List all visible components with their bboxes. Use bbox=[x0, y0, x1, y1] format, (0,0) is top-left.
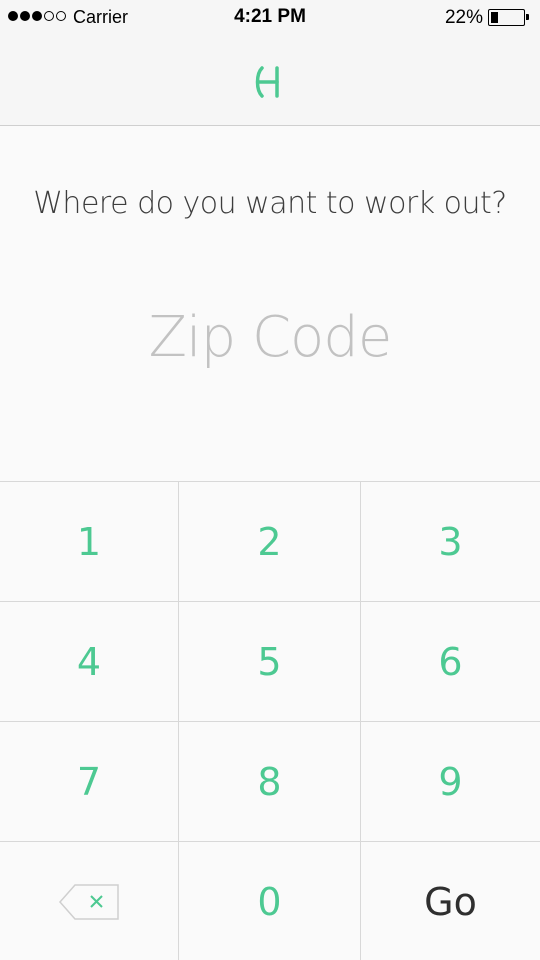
page-prompt: Where do you want to work out? bbox=[33, 186, 507, 221]
key-4[interactable]: 4 bbox=[0, 602, 179, 722]
key-9[interactable]: 9 bbox=[361, 722, 540, 842]
key-2[interactable]: 2 bbox=[179, 482, 361, 602]
key-0[interactable]: 0 bbox=[179, 842, 361, 960]
key-6[interactable]: 6 bbox=[361, 602, 540, 722]
key-5[interactable]: 5 bbox=[179, 602, 361, 722]
key-1[interactable]: 1 bbox=[0, 482, 179, 602]
h-logo-icon[interactable] bbox=[252, 64, 288, 100]
nav-bar bbox=[0, 36, 540, 126]
zip-code-input[interactable]: Zip Code bbox=[0, 305, 540, 370]
backspace-button[interactable] bbox=[0, 842, 179, 960]
numeric-keypad: 1 2 3 4 5 6 7 8 9 0 Go bbox=[0, 481, 540, 960]
key-3[interactable]: 3 bbox=[361, 482, 540, 602]
battery-percentage: 22% bbox=[444, 7, 483, 28]
key-8[interactable]: 8 bbox=[179, 722, 361, 842]
battery-fill bbox=[491, 12, 498, 23]
battery-icon bbox=[488, 9, 529, 26]
status-bar: Carrier 4:21 PM 22% bbox=[0, 0, 540, 36]
key-7[interactable]: 7 bbox=[0, 722, 179, 842]
go-button[interactable]: Go bbox=[361, 842, 540, 960]
backspace-icon bbox=[58, 883, 119, 920]
